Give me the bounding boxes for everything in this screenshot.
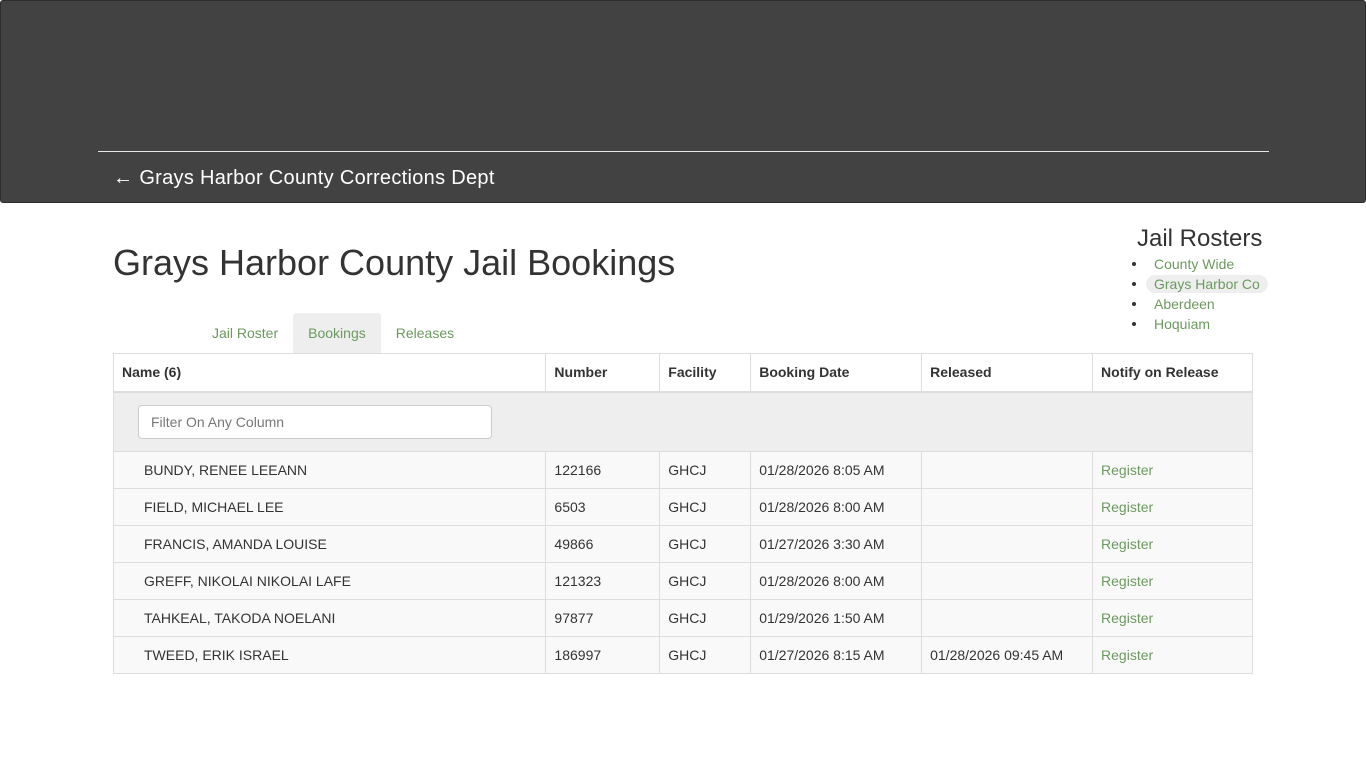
cell-released: 01/28/2026 09:45 AM	[921, 636, 1094, 674]
filter-cell	[113, 391, 1253, 452]
roster-item-county-wide: County Wide	[1130, 254, 1270, 274]
cell-facility: GHCJ	[659, 451, 752, 489]
table-row: FRANCIS, AMANDA LOUISE 49866 GHCJ 01/27/…	[112, 525, 1253, 563]
back-to-corrections-link[interactable]: ← Grays Harbor County Corrections Dept	[113, 164, 495, 192]
roster-item-aberdeen: Aberdeen	[1130, 294, 1270, 314]
filter-input[interactable]	[138, 404, 492, 439]
cell-released	[921, 451, 1094, 489]
table-row: TWEED, ERIK ISRAEL 186997 GHCJ 01/27/202…	[112, 636, 1253, 674]
column-header-booking-date[interactable]: Booking Date	[750, 353, 923, 393]
cell-number: 49866	[545, 525, 661, 563]
site-header: ← Grays Harbor County Corrections Dept	[0, 0, 1366, 203]
view-tabs: Jail Roster Bookings Releases	[197, 313, 469, 353]
roster-link-county-wide[interactable]: County Wide	[1154, 256, 1234, 272]
cell-facility: GHCJ	[659, 488, 752, 526]
register-link[interactable]: Register	[1101, 610, 1153, 626]
roster-link-hoquiam[interactable]: Hoquiam	[1154, 316, 1210, 332]
cell-number: 121323	[545, 562, 661, 600]
column-header-notify[interactable]: Notify on Release	[1092, 353, 1253, 393]
cell-name: TWEED, ERIK ISRAEL	[112, 636, 547, 674]
register-link[interactable]: Register	[1101, 462, 1153, 478]
rosters-title: Jail Rosters	[1137, 225, 1263, 252]
cell-notify: Register	[1092, 488, 1253, 526]
cell-released	[921, 488, 1094, 526]
cell-notify: Register	[1092, 599, 1253, 637]
cell-number: 6503	[545, 488, 661, 526]
cell-notify: Register	[1092, 636, 1253, 674]
cell-facility: GHCJ	[659, 599, 752, 637]
register-link[interactable]: Register	[1101, 499, 1153, 515]
tab-releases[interactable]: Releases	[381, 313, 469, 353]
cell-released	[921, 562, 1094, 600]
cell-booking-date: 01/28/2026 8:00 AM	[750, 488, 923, 526]
cell-booking-date: 01/27/2026 3:30 AM	[750, 525, 923, 563]
cell-number: 186997	[545, 636, 661, 674]
cell-released	[921, 599, 1094, 637]
roster-item-grays-harbor: Grays Harbor Co	[1130, 274, 1270, 294]
column-header-released[interactable]: Released	[921, 353, 1094, 393]
cell-name: FIELD, MICHAEL LEE	[112, 488, 547, 526]
table-row: BUNDY, RENEE LEEANN 122166 GHCJ 01/28/20…	[112, 451, 1253, 489]
table-row: TAHKEAL, TAKODA NOELANI 97877 GHCJ 01/29…	[112, 599, 1253, 637]
table-header-row: Name (6) Number Facility Booking Date Re…	[112, 353, 1253, 393]
cell-notify: Register	[1092, 562, 1253, 600]
roster-link-aberdeen[interactable]: Aberdeen	[1154, 296, 1215, 312]
page-title: Grays Harbor County Jail Bookings	[113, 242, 676, 283]
cell-released	[921, 525, 1094, 563]
roster-link-grays-harbor[interactable]: Grays Harbor Co	[1146, 275, 1268, 293]
tab-bookings[interactable]: Bookings	[293, 313, 381, 353]
cell-facility: GHCJ	[659, 525, 752, 563]
column-header-facility[interactable]: Facility	[659, 353, 752, 393]
table-row: FIELD, MICHAEL LEE 6503 GHCJ 01/28/2026 …	[112, 488, 1253, 526]
column-header-number[interactable]: Number	[545, 353, 661, 393]
cell-number: 122166	[545, 451, 661, 489]
cell-name: GREFF, NIKOLAI NIKOLAI LAFE	[112, 562, 547, 600]
cell-booking-date: 01/27/2026 8:15 AM	[750, 636, 923, 674]
cell-number: 97877	[545, 599, 661, 637]
cell-booking-date: 01/28/2026 8:05 AM	[750, 451, 923, 489]
cell-facility: GHCJ	[659, 636, 752, 674]
register-link[interactable]: Register	[1101, 647, 1153, 663]
cell-notify: Register	[1092, 525, 1253, 563]
back-arrow-icon: ←	[113, 167, 134, 189]
bookings-table: Name (6) Number Facility Booking Date Re…	[112, 353, 1253, 674]
column-header-name[interactable]: Name (6)	[112, 353, 547, 393]
cell-booking-date: 01/29/2026 1:50 AM	[750, 599, 923, 637]
back-link-label: Grays Harbor County Corrections Dept	[139, 167, 495, 189]
cell-facility: GHCJ	[659, 562, 752, 600]
header-divider	[98, 151, 1269, 152]
rosters-list: County Wide Grays Harbor Co Aberdeen Hoq…	[1130, 254, 1270, 334]
tab-jail-roster[interactable]: Jail Roster	[197, 313, 293, 353]
cell-booking-date: 01/28/2026 8:00 AM	[750, 562, 923, 600]
register-link[interactable]: Register	[1101, 536, 1153, 552]
roster-item-hoquiam: Hoquiam	[1130, 314, 1270, 334]
register-link[interactable]: Register	[1101, 573, 1153, 589]
cell-notify: Register	[1092, 451, 1253, 489]
cell-name: TAHKEAL, TAKODA NOELANI	[112, 599, 547, 637]
jail-rosters-panel: Jail Rosters County Wide Grays Harbor Co…	[1130, 224, 1270, 334]
filter-row	[113, 391, 1253, 452]
cell-name: BUNDY, RENEE LEEANN	[112, 451, 547, 489]
table-row: GREFF, NIKOLAI NIKOLAI LAFE 121323 GHCJ …	[112, 562, 1253, 600]
cell-name: FRANCIS, AMANDA LOUISE	[112, 525, 547, 563]
